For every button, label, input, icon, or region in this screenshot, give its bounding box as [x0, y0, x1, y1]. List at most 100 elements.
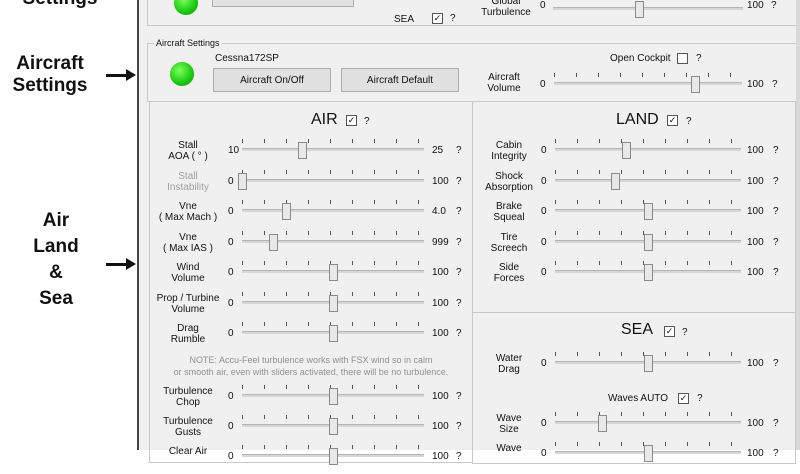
help-mark[interactable]: ?: [773, 145, 779, 156]
help-mark[interactable]: ?: [773, 418, 779, 429]
slider-thumb[interactable]: [644, 355, 653, 372]
slider-thumb[interactable]: [268, 233, 278, 251]
help-mark[interactable]: ?: [456, 267, 462, 278]
slider[interactable]: [242, 230, 424, 251]
slider-thumb[interactable]: [644, 203, 653, 220]
slider-label: Wave Size: [496, 413, 522, 435]
slider-thumb[interactable]: [610, 172, 620, 190]
air-checkbox[interactable]: ✓: [346, 115, 357, 126]
slider[interactable]: [242, 200, 424, 220]
slider-min: 0: [541, 236, 547, 248]
slider[interactable]: [242, 322, 424, 342]
slider-max: 100: [747, 418, 764, 429]
slider[interactable]: [242, 415, 424, 435]
slider-thumb[interactable]: [644, 233, 653, 251]
help-aircraft-volume[interactable]: ?: [772, 79, 778, 90]
help-mark[interactable]: ?: [456, 328, 462, 339]
waves-auto-checkbox[interactable]: ✓: [678, 393, 689, 404]
slider[interactable]: [555, 169, 741, 190]
help-sea-section[interactable]: ?: [682, 327, 688, 338]
slider-row: Turbulence Chop 0 100?: [150, 385, 472, 414]
slider-min: 0: [228, 297, 234, 309]
slider-min: 0: [228, 267, 234, 278]
sea-title: SEA: [621, 321, 654, 338]
slider-thumb[interactable]: [329, 388, 338, 405]
slider-thumb[interactable]: [298, 142, 308, 159]
slider-thumb[interactable]: [329, 294, 338, 312]
slider-thumb[interactable]: [634, 1, 644, 18]
help-mark[interactable]: ?: [456, 145, 462, 156]
slider-thumb[interactable]: [644, 264, 653, 281]
slider[interactable]: [555, 442, 741, 462]
help-mark[interactable]: ?: [456, 237, 462, 248]
help-global[interactable]: ?: [771, 0, 777, 11]
slider[interactable]: [555, 139, 741, 159]
help-mark[interactable]: ?: [773, 358, 779, 369]
slider-thumb[interactable]: [691, 76, 700, 93]
help-mark[interactable]: ?: [456, 176, 462, 187]
slider[interactable]: [242, 261, 424, 281]
land-checkbox[interactable]: ✓: [667, 115, 678, 126]
help-mark[interactable]: ?: [456, 391, 462, 402]
slider[interactable]: [555, 352, 741, 372]
slider-label: Shock Absorption: [485, 170, 533, 193]
slider-thumb[interactable]: [621, 142, 631, 159]
help-open-cockpit[interactable]: ?: [696, 53, 702, 64]
slider-label: Vne ( Max Mach ): [158, 201, 218, 223]
slider[interactable]: [555, 200, 741, 220]
aircraft-default-button[interactable]: Aircraft Default: [341, 68, 459, 92]
slider-label: Water Drag: [495, 353, 523, 375]
slider-thumb[interactable]: [329, 418, 338, 435]
slider-max: 100: [747, 206, 764, 217]
slider-max: 100: [747, 358, 764, 369]
help-waves-auto[interactable]: ?: [697, 393, 703, 404]
help-air[interactable]: ?: [364, 116, 370, 127]
slider[interactable]: [238, 169, 424, 190]
slider-thumb[interactable]: [597, 415, 607, 432]
slider-thumb[interactable]: [329, 448, 338, 465]
aircraft-onoff-button[interactable]: Aircraft On/Off: [213, 68, 331, 92]
slider-row: Tire Screech 0 100?: [473, 230, 795, 260]
help-mark[interactable]: ?: [456, 451, 462, 462]
aircraft-volume-slider[interactable]: [554, 73, 742, 93]
help-mark[interactable]: ?: [773, 176, 779, 187]
slider-row: Wave 0 100?: [473, 442, 795, 471]
slider-label: Clear Air: [168, 446, 208, 457]
aircraft-volume-label: Aircraft Volume: [487, 72, 521, 94]
slider-min: 0: [228, 328, 234, 339]
slider-thumb[interactable]: [281, 203, 291, 220]
slider-max: 100: [432, 451, 449, 462]
sea-checkbox[interactable]: ✓: [432, 13, 443, 24]
slider[interactable]: [555, 261, 741, 281]
slider-label: Side Forces: [493, 262, 525, 284]
slider-min: 0: [228, 421, 234, 432]
slider-label: Vne ( Max IAS ): [162, 231, 213, 254]
slider-max: 4.0: [432, 206, 446, 217]
help-sea[interactable]: ?: [450, 13, 456, 24]
slider-thumb[interactable]: [238, 172, 247, 190]
slider[interactable]: [555, 412, 741, 432]
slider-thumb[interactable]: [644, 445, 653, 462]
slider-thumb[interactable]: [329, 264, 338, 281]
slider[interactable]: [242, 291, 424, 312]
slider[interactable]: [242, 385, 424, 405]
slider-thumb[interactable]: [329, 325, 338, 342]
sea-section-checkbox[interactable]: ✓: [664, 326, 675, 337]
slider-ticks: [555, 412, 741, 416]
global-turbulence-slider[interactable]: [553, 0, 743, 18]
help-mark[interactable]: ?: [456, 298, 462, 309]
help-mark[interactable]: ?: [773, 237, 779, 248]
slider[interactable]: [555, 230, 741, 251]
slider[interactable]: [242, 139, 424, 159]
slider[interactable]: [242, 445, 424, 465]
help-mark[interactable]: ?: [456, 421, 462, 432]
global-max: 100: [747, 0, 764, 11]
arrow-aircraft-settings: [106, 69, 136, 81]
help-mark[interactable]: ?: [773, 206, 779, 217]
open-cockpit-checkbox[interactable]: [677, 53, 688, 64]
slider-min: 0: [228, 236, 234, 248]
top-button[interactable]: [212, 0, 354, 7]
help-mark[interactable]: ?: [773, 267, 779, 278]
help-land[interactable]: ?: [686, 116, 692, 127]
help-mark[interactable]: ?: [456, 206, 462, 217]
